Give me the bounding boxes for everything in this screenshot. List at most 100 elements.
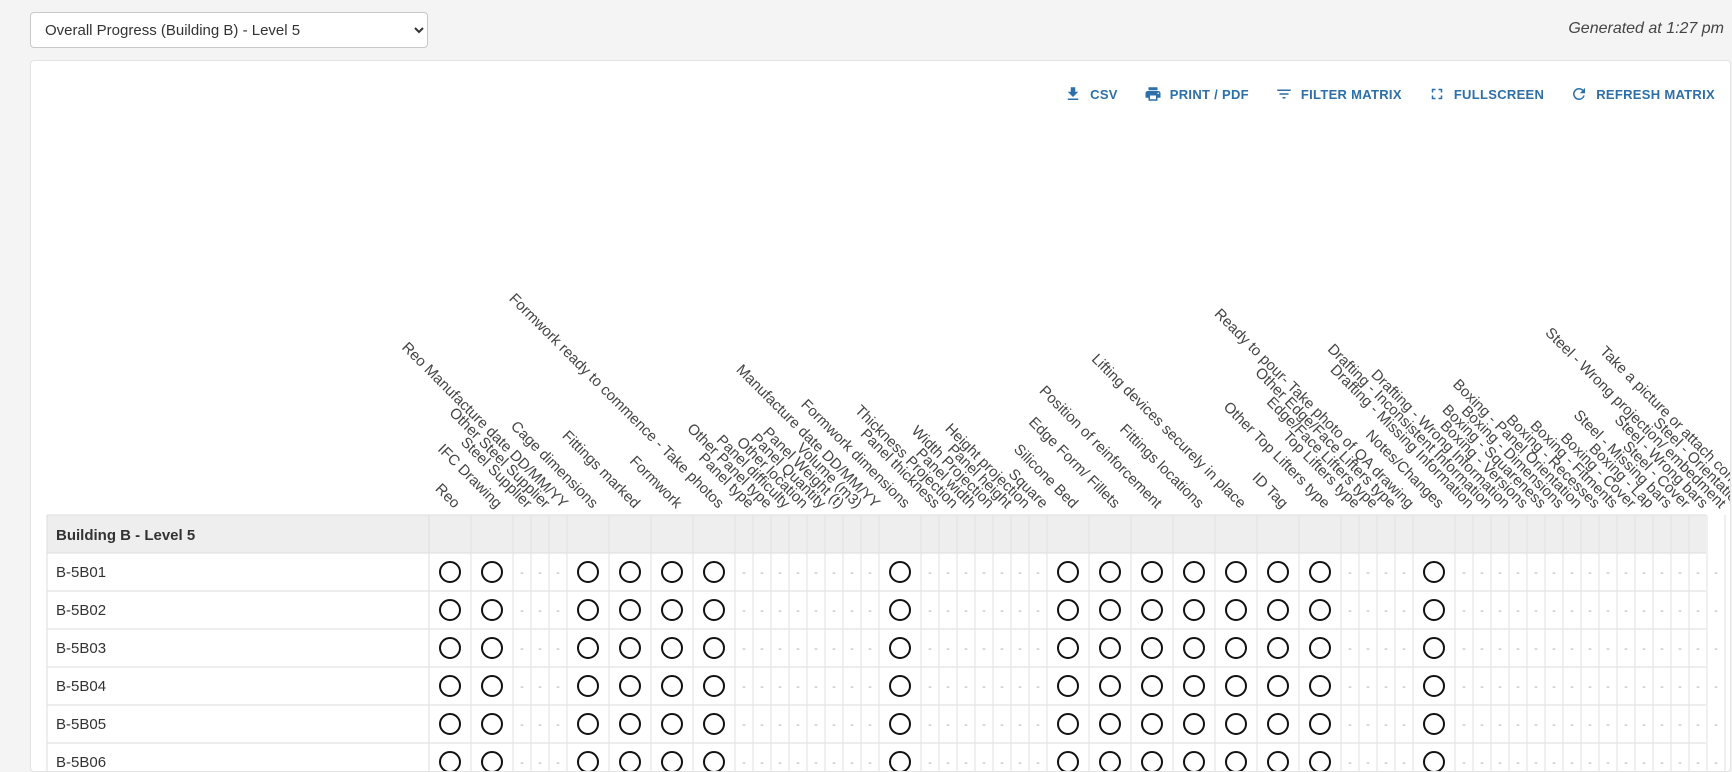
empty-cell: - xyxy=(1462,757,1466,769)
empty-cell: - xyxy=(1516,719,1520,731)
empty-cell: - xyxy=(1366,643,1370,655)
empty-cell: - xyxy=(814,605,818,617)
empty-cell: - xyxy=(964,719,968,731)
empty-cell: - xyxy=(1036,719,1040,731)
table-row[interactable] xyxy=(47,705,1706,743)
empty-cell: - xyxy=(556,719,560,731)
empty-cell: - xyxy=(538,567,542,579)
empty-cell: - xyxy=(1498,643,1502,655)
empty-cell: - xyxy=(1498,719,1502,731)
empty-cell: - xyxy=(556,681,560,693)
empty-cell: - xyxy=(1462,605,1466,617)
empty-cell: - xyxy=(1714,757,1718,769)
empty-cell: - xyxy=(1348,567,1352,579)
empty-cell: - xyxy=(1000,643,1004,655)
empty-cell: - xyxy=(1624,719,1628,731)
empty-cell: - xyxy=(1660,719,1664,731)
empty-cell: - xyxy=(1402,567,1406,579)
empty-cell: - xyxy=(1660,681,1664,693)
empty-cell: - xyxy=(1606,567,1610,579)
empty-cell: - xyxy=(1384,757,1388,769)
empty-cell: - xyxy=(1498,567,1502,579)
matrix-panel: CSV PRINT / PDF FILTER MATRIX FULLSCREEN… xyxy=(30,60,1731,772)
empty-cell: - xyxy=(1696,643,1700,655)
empty-cell: - xyxy=(1534,567,1538,579)
row-label[interactable]: B-5B06 xyxy=(56,754,106,771)
empty-cell: - xyxy=(1384,643,1388,655)
row-label[interactable]: B-5B04 xyxy=(56,678,106,695)
empty-cell: - xyxy=(1606,757,1610,769)
empty-cell: - xyxy=(742,605,746,617)
empty-cell: - xyxy=(1624,681,1628,693)
empty-cell: - xyxy=(1642,757,1646,769)
empty-cell: - xyxy=(1534,681,1538,693)
empty-cell: - xyxy=(850,757,854,769)
empty-cell: - xyxy=(1384,719,1388,731)
table-row[interactable] xyxy=(47,591,1706,629)
empty-cell: - xyxy=(556,643,560,655)
empty-cell: - xyxy=(742,681,746,693)
empty-cell: - xyxy=(760,605,764,617)
empty-cell: - xyxy=(1000,567,1004,579)
empty-cell: - xyxy=(538,757,542,769)
report-view-select[interactable]: Overall Progress (Building B) - Level 5 xyxy=(30,12,428,48)
table-row[interactable] xyxy=(47,743,1706,771)
empty-cell: - xyxy=(1552,567,1556,579)
empty-cell: - xyxy=(556,567,560,579)
generated-timestamp: Generated at 1:27 pm xyxy=(1568,20,1724,37)
empty-cell: - xyxy=(1480,643,1484,655)
empty-cell: - xyxy=(982,567,986,579)
empty-cell: - xyxy=(1660,567,1664,579)
empty-cell: - xyxy=(1516,757,1520,769)
row-label[interactable]: B-5B02 xyxy=(56,602,106,619)
empty-cell: - xyxy=(796,681,800,693)
empty-cell: - xyxy=(946,681,950,693)
empty-cell: - xyxy=(832,643,836,655)
table-row[interactable] xyxy=(47,667,1706,705)
empty-cell: - xyxy=(1570,643,1574,655)
empty-cell: - xyxy=(1402,605,1406,617)
empty-cell: - xyxy=(1588,757,1592,769)
empty-cell: - xyxy=(1552,681,1556,693)
empty-cell: - xyxy=(1624,567,1628,579)
row-label[interactable]: B-5B05 xyxy=(56,716,106,733)
empty-cell: - xyxy=(928,605,932,617)
group-header-row xyxy=(47,515,1706,553)
empty-cell: - xyxy=(946,757,950,769)
empty-cell: - xyxy=(1714,605,1718,617)
empty-cell: - xyxy=(964,757,968,769)
row-label[interactable]: B-5B03 xyxy=(56,640,106,657)
empty-cell: - xyxy=(832,567,836,579)
empty-cell: - xyxy=(1642,719,1646,731)
empty-cell: - xyxy=(1678,643,1682,655)
empty-cell: - xyxy=(814,643,818,655)
empty-cell: - xyxy=(1348,719,1352,731)
empty-cell: - xyxy=(1480,719,1484,731)
empty-cell: - xyxy=(1660,757,1664,769)
row-label[interactable]: B-5B01 xyxy=(56,564,106,581)
empty-cell: - xyxy=(850,605,854,617)
empty-cell: - xyxy=(964,681,968,693)
empty-cell: - xyxy=(1588,719,1592,731)
empty-cell: - xyxy=(778,681,782,693)
empty-cell: - xyxy=(1384,681,1388,693)
empty-cell: - xyxy=(520,681,524,693)
empty-cell: - xyxy=(1624,605,1628,617)
table-row[interactable] xyxy=(47,629,1706,667)
empty-cell: - xyxy=(1714,681,1718,693)
empty-cell: - xyxy=(1384,605,1388,617)
empty-cell: - xyxy=(778,719,782,731)
empty-cell: - xyxy=(1366,681,1370,693)
empty-cell: - xyxy=(1462,719,1466,731)
empty-cell: - xyxy=(1036,643,1040,655)
empty-cell: - xyxy=(1498,605,1502,617)
group-label: Building B - Level 5 xyxy=(56,527,195,544)
empty-cell: - xyxy=(1402,719,1406,731)
progress-matrix: Building B - Level 5ReoIFC DrawingSteel … xyxy=(46,290,1730,771)
empty-cell: - xyxy=(796,567,800,579)
empty-cell: - xyxy=(760,681,764,693)
empty-cell: - xyxy=(1606,719,1610,731)
empty-cell: - xyxy=(742,643,746,655)
empty-cell: - xyxy=(868,757,872,769)
table-row[interactable] xyxy=(47,553,1706,591)
